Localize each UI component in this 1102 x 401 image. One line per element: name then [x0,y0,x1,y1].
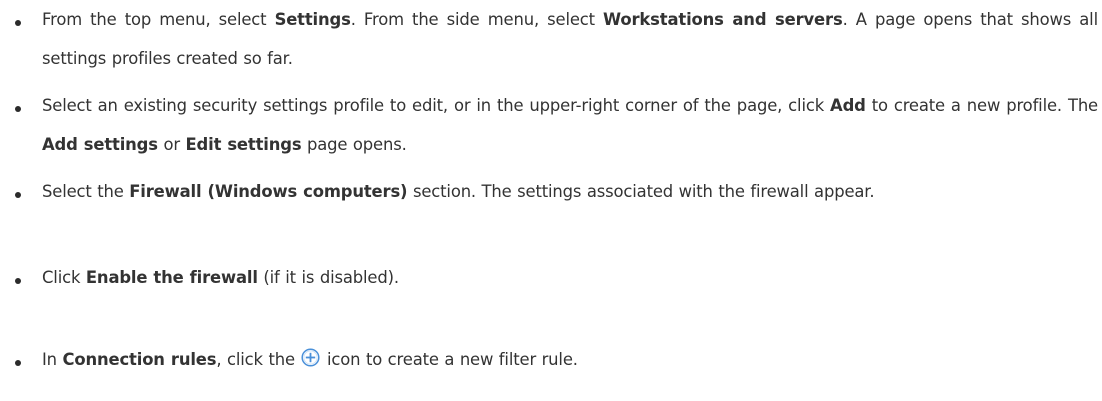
add-button-ref: Add [830,96,866,115]
step-1-seg-1: From the top menu, select [42,10,275,29]
step-1-seg-3: . From the side menu, select [350,10,604,29]
bullet-icon [15,192,21,198]
step-2-text: Select an existing security settings pro… [42,86,1098,164]
step-2-seg-3: to create a new profile. The [865,96,1098,115]
bullet-icon [15,360,21,366]
bullet-icon [15,278,21,284]
step-5-seg-5: icon to create a new filter rule. [321,350,578,369]
edit-settings-ref: Edit settings [185,135,302,154]
step-4-seg-1: Click [42,268,86,287]
add-settings-ref: Add settings [42,135,158,154]
bullet-icon [15,20,21,26]
step-2-seg-7: page opens. [301,135,407,154]
step-2-seg-1: Select an existing security settings pro… [42,96,831,115]
step-5-seg-1: In [42,350,63,369]
firewall-section-ref: Firewall (Windows computers) [129,182,408,201]
enable-firewall-ref: Enable the firewall [85,268,258,287]
bullet-icon [15,106,21,112]
step-5-seg-3: , click the [216,350,301,369]
step-4-text: Click Enable the firewall (if it is disa… [42,258,1098,297]
step-3-seg-1: Select the [42,182,130,201]
instruction-list: From the top menu, select Settings. From… [0,0,1102,401]
step-3-seg-3: section. The settings associated with th… [407,182,875,201]
workstations-servers-ref: Workstations and servers [603,10,843,29]
step-4-seg-3: (if it is disabled). [257,268,399,287]
step-2-seg-5: or [157,135,186,154]
plus-circle-icon [301,348,321,367]
step-5-text: In Connection rules, click the icon to c… [42,340,1098,379]
settings-menu-ref: Settings [274,10,351,29]
step-3-text: Select the Firewall (Windows computers) … [42,172,1098,211]
connection-rules-ref: Connection rules [62,350,217,369]
step-1-text: From the top menu, select Settings. From… [42,0,1098,78]
